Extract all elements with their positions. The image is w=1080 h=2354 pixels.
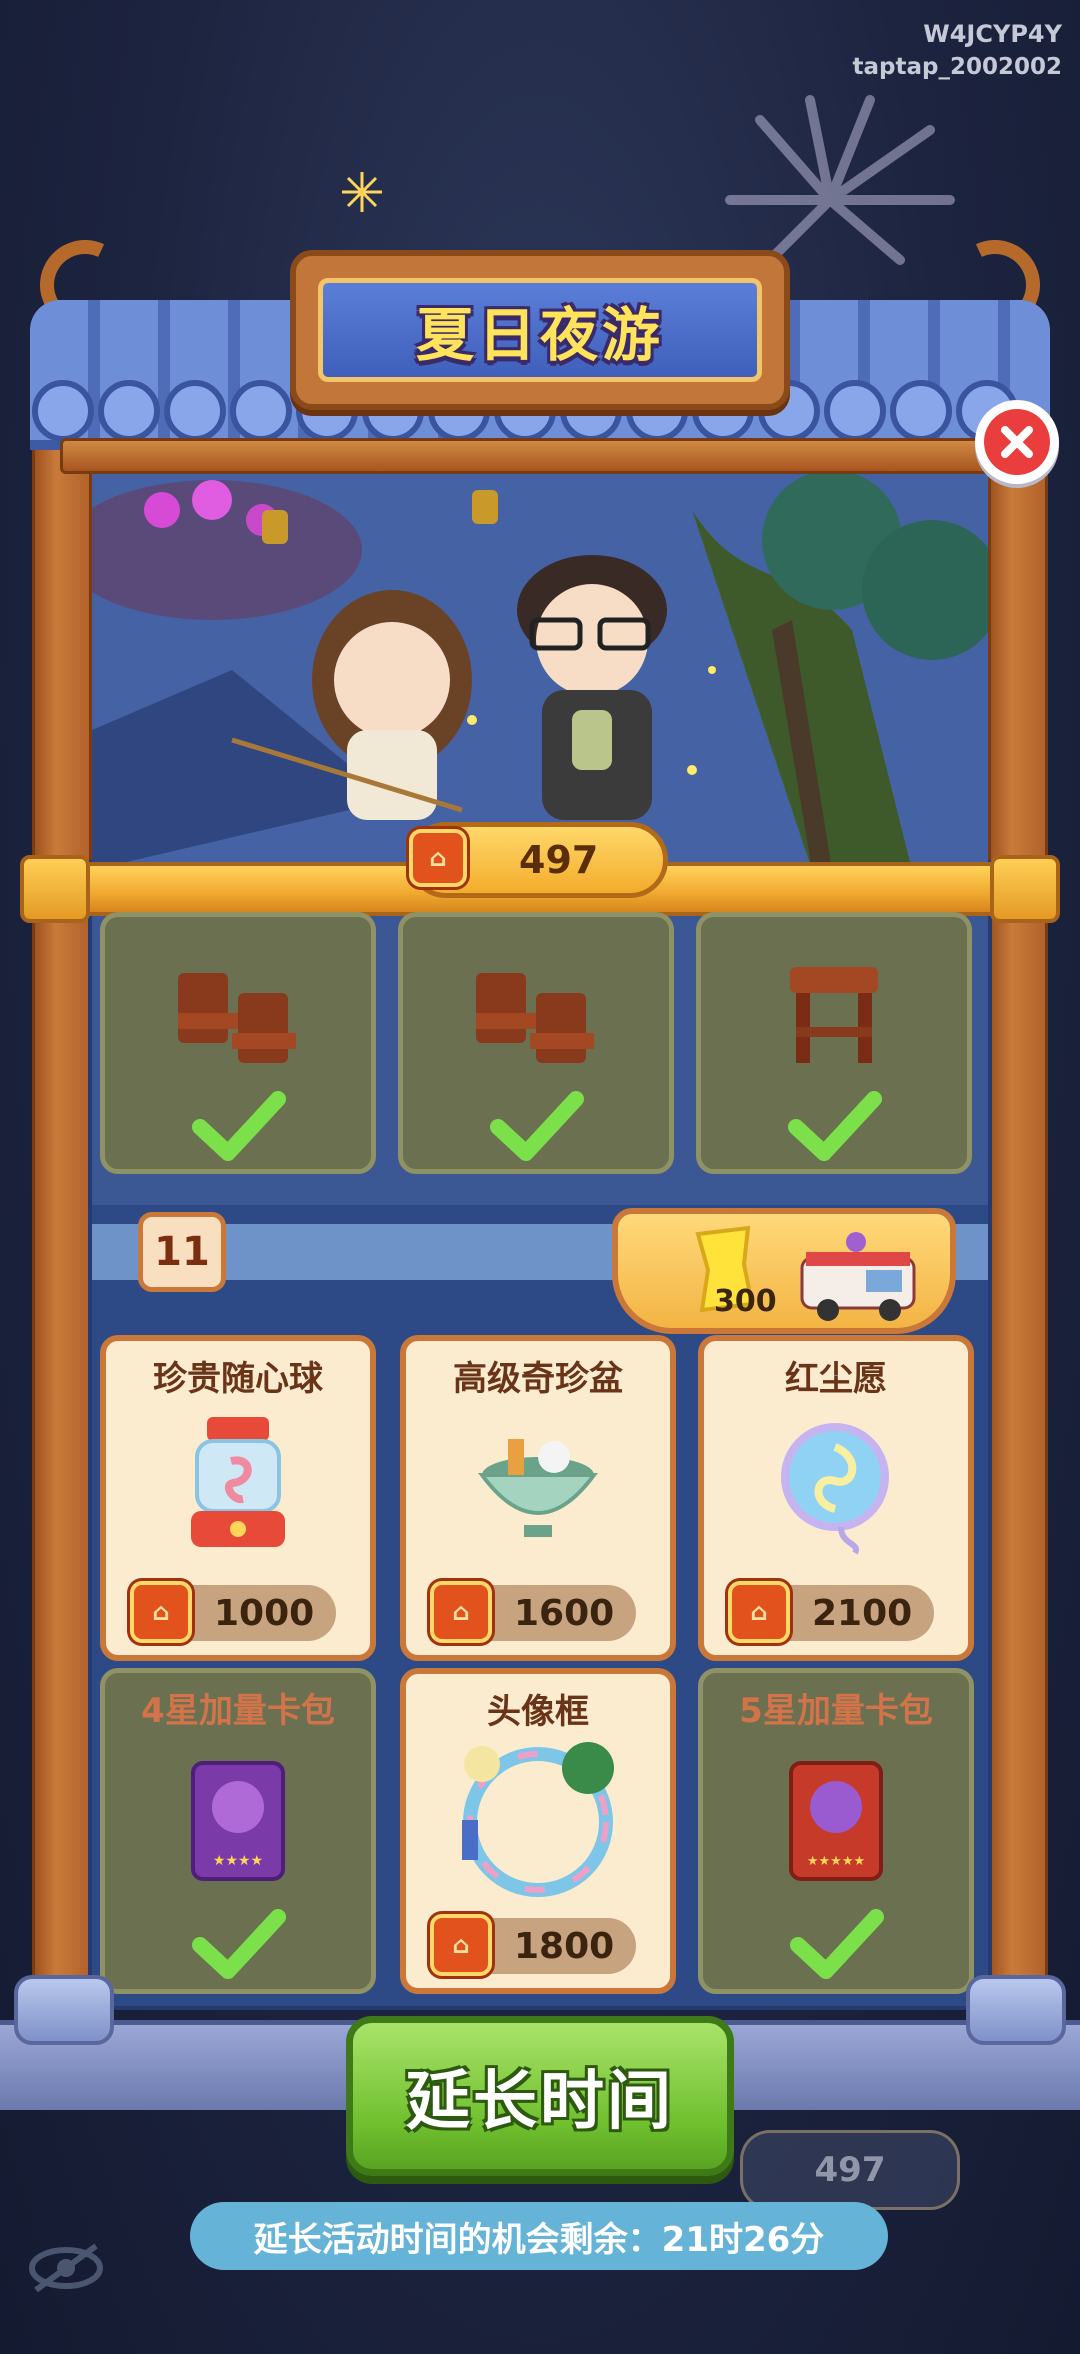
owned-card[interactable] (100, 912, 376, 1174)
shop-item-label: 4星加量卡包 (141, 1691, 335, 1731)
price-tag: ⌂ 1600 (430, 1581, 636, 1643)
currency-display: ⌂ 497 (408, 822, 668, 898)
tier-reward[interactable]: 300 (612, 1208, 956, 1334)
item-price: 1000 (214, 1593, 315, 1634)
background-currency-display: 497 (740, 2130, 960, 2210)
svg-text:★★★★: ★★★★ (213, 1853, 263, 1869)
shop-item-label: 头像框 (487, 1692, 589, 1732)
extend-time-hint: 延长活动时间的机会剩余：21时26分 (190, 2202, 888, 2270)
owned-check-icon (790, 1909, 884, 1979)
avatar-frame-icon (462, 1742, 614, 1897)
shop-item-label: 红尘愿 (785, 1359, 887, 1399)
wooden-chairs-icon (178, 973, 296, 1063)
beam-cap-left (20, 855, 90, 923)
title-plaque: 夏日夜游 (290, 250, 790, 410)
wish-orb-icon (781, 1423, 889, 1555)
shop-item-label: 5星加量卡包 (739, 1691, 933, 1731)
shop-item-card[interactable]: 红尘愿 ⌂ 2100 (698, 1335, 974, 1661)
roof-beam (60, 438, 1020, 474)
shop-item-card[interactable]: 5星加量卡包 ★★★★★ (698, 1668, 974, 1994)
watermark-id: W4JCYP4Y (923, 20, 1062, 48)
watermark-user: taptap_2002002 (852, 54, 1062, 80)
owned-card[interactable] (696, 912, 972, 1174)
owned-check-icon (192, 1909, 286, 1979)
currency-amount: 497 (519, 838, 599, 882)
shop-item-card[interactable]: 珍贵随心球 ⌂ 1000 (100, 1335, 376, 1661)
pillar-base-left (14, 1975, 114, 2045)
pillar-base-right (966, 1975, 1066, 2045)
item-price: 2100 (812, 1593, 913, 1634)
hide-ui-eye-icon[interactable] (26, 2238, 106, 2298)
owned-check-icon (490, 1091, 584, 1161)
price-tag: ⌂ 1800 (430, 1914, 636, 1976)
treasure-bowl-icon (478, 1439, 598, 1537)
right-pillar (988, 420, 1048, 2020)
capsule-machine-icon (191, 1417, 285, 1547)
token-coin-icon: ⌂ (409, 829, 467, 887)
wooden-stool-icon (790, 967, 878, 1063)
card-pack-5star-icon: ★★★★★ (789, 1761, 883, 1881)
token-coin-icon: ⌂ (430, 1581, 492, 1643)
left-pillar (32, 420, 92, 2020)
shop-item-label: 珍贵随心球 (153, 1359, 323, 1399)
sparkle-icon (342, 172, 382, 212)
svg-text:★★★★★: ★★★★★ (807, 1854, 865, 1869)
item-price: 1600 (514, 1593, 615, 1634)
price-tag: ⌂ 1000 (130, 1581, 336, 1643)
extend-time-label: 延长时间 (406, 2065, 674, 2139)
owned-check-icon (788, 1091, 882, 1161)
shop-item-label: 高级奇珍盆 (453, 1359, 623, 1399)
owned-check-icon (192, 1091, 286, 1161)
shop-item-card[interactable]: 头像框 ⌂ 1800 (400, 1668, 676, 1994)
token-coin-icon: ⌂ (130, 1581, 192, 1643)
beam-cap-right (990, 855, 1060, 923)
shop-item-card[interactable]: 高级奇珍盆 ⌂ 1600 (400, 1335, 676, 1661)
token-coin-icon: ⌂ (728, 1581, 790, 1643)
close-button[interactable] (975, 400, 1059, 484)
owned-card[interactable] (398, 912, 674, 1174)
background-currency-amount: 497 (814, 2150, 886, 2190)
item-price: 1800 (514, 1926, 615, 1967)
card-pack-4star-icon: ★★★★ (191, 1761, 285, 1881)
close-icon (1001, 426, 1033, 458)
extend-time-button[interactable]: 延长时间 (346, 2016, 734, 2176)
tier-reward-amount: 300 (714, 1284, 777, 1319)
shop-item-card[interactable]: 4星加量卡包 ★★★★ (100, 1668, 376, 1994)
food-truck-icon (800, 1232, 916, 1321)
tier-level-badge: 11 (138, 1212, 226, 1292)
wooden-chairs-icon (476, 973, 594, 1063)
price-tag: ⌂ 2100 (728, 1581, 934, 1643)
token-coin-icon: ⌂ (430, 1914, 492, 1976)
page-title: 夏日夜游 (415, 301, 664, 369)
event-illustration (92, 470, 988, 870)
